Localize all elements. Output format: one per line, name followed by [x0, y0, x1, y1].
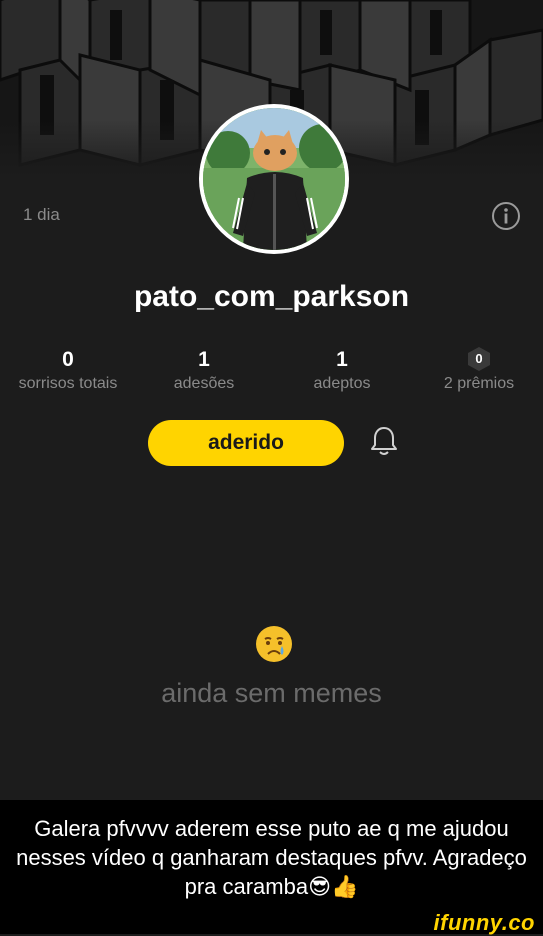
avatar[interactable] — [199, 104, 349, 254]
stat-label: adeptos — [313, 375, 371, 392]
ifunny-watermark: ifunny.co — [433, 910, 535, 935]
meme-caption: Galera pfvvvv aderem esse puto ae q me a… — [0, 800, 543, 914]
stat-subscriptions[interactable]: 1 adesões — [156, 346, 252, 393]
stat-total-smiles[interactable]: 0 sorrisos totais — [8, 346, 128, 393]
stat-subscribers[interactable]: 1 adeptos — [296, 346, 388, 393]
hexagon-icon: 0 — [467, 346, 491, 372]
username: pato_com_parkson — [133, 280, 410, 313]
joined-time-text: 1 dia — [23, 205, 60, 224]
avatar-image — [203, 108, 345, 250]
stat-value: 1 — [336, 348, 348, 371]
joined-time: 1 dia — [23, 205, 60, 225]
info-icon[interactable] — [491, 201, 521, 231]
stat-label: 2 prêmios — [443, 375, 515, 392]
crying-face-icon — [256, 626, 292, 662]
awards-badge-value: 0 — [475, 351, 483, 366]
stat-value: 0 — [62, 348, 74, 371]
stat-label: sorrisos totais — [18, 375, 118, 392]
no-memes-text: ainda sem memes — [161, 678, 382, 708]
bell-icon[interactable] — [369, 424, 399, 458]
caption-text: Galera pfvvvv aderem esse puto ae q me a… — [16, 816, 527, 899]
stat-label: adesões — [173, 375, 235, 392]
stat-value: 1 — [198, 348, 210, 371]
subscribed-button[interactable]: aderido — [148, 420, 344, 466]
stat-awards[interactable]: 0 2 prêmios — [430, 346, 528, 393]
awards-badge: 0 — [430, 346, 528, 374]
